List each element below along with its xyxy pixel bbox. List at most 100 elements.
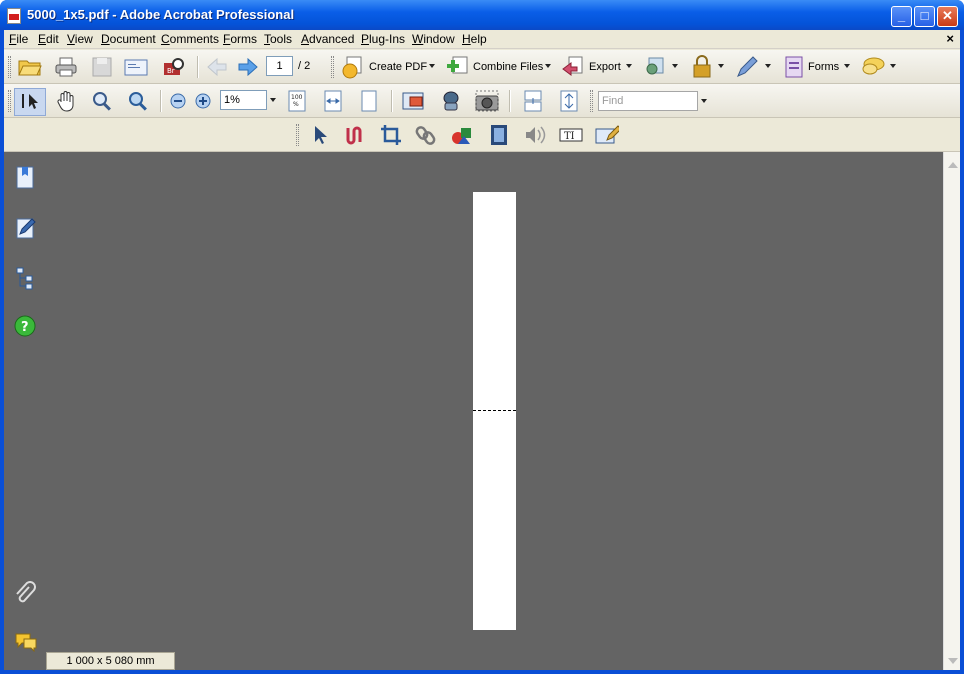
svg-text:?: ? [21, 320, 29, 335]
zoom-out-icon[interactable] [166, 89, 190, 113]
page-number-input[interactable]: 1 [266, 56, 293, 76]
loupe-icon[interactable] [439, 89, 463, 113]
export-icon[interactable] [561, 55, 585, 79]
forms-icon[interactable] [782, 55, 806, 79]
prev-page-icon[interactable] [205, 55, 229, 79]
touchup-reading-order-icon[interactable] [343, 123, 367, 147]
combine-files-icon[interactable] [445, 55, 469, 79]
zoom-dropdown[interactable] [267, 90, 279, 110]
actual-size-icon[interactable]: 100% [285, 89, 309, 113]
chevron-down-icon[interactable] [429, 64, 435, 68]
toolbar-grip[interactable] [8, 90, 11, 112]
email-icon[interactable] [124, 55, 148, 79]
forms-label[interactable]: Forms [808, 61, 839, 73]
chevron-down-icon[interactable] [626, 64, 632, 68]
scroll-up-arrow[interactable] [948, 162, 958, 168]
bookmarks-icon[interactable] [14, 166, 38, 190]
menu-edit[interactable]: Edit [38, 32, 59, 46]
client-area: File Edit View Document Comments Forms T… [4, 30, 960, 670]
chevron-down-icon[interactable] [890, 64, 896, 68]
scroll-down-arrow[interactable] [948, 658, 958, 664]
create-pdf-icon[interactable] [341, 55, 365, 79]
menu-tools[interactable]: Tools [264, 32, 292, 46]
model-tree-icon[interactable] [14, 266, 38, 290]
separator [391, 90, 393, 112]
chevron-down-icon[interactable] [672, 64, 678, 68]
next-page-icon[interactable] [236, 55, 260, 79]
create-pdf-label[interactable]: Create PDF [369, 61, 427, 73]
page-size-indicator: 1 000 x 5 080 mm [46, 652, 175, 670]
chevron-down-icon[interactable] [844, 64, 850, 68]
svg-text:TI: TI [564, 131, 575, 142]
chevron-down-icon [270, 98, 276, 102]
help-icon[interactable]: ? [14, 315, 38, 339]
menu-view[interactable]: View [67, 32, 93, 46]
svg-text:Br: Br [167, 67, 175, 75]
export-label[interactable]: Export [589, 61, 621, 73]
single-page-icon[interactable] [521, 89, 545, 113]
pdf-app-icon [7, 8, 21, 24]
signatures-icon[interactable] [14, 216, 38, 240]
comments-icon[interactable] [14, 632, 38, 656]
3d-tool-icon[interactable] [450, 123, 474, 147]
toolbar-grip[interactable] [331, 56, 334, 78]
sound-tool-icon[interactable] [523, 123, 547, 147]
pdf-page[interactable] [473, 192, 516, 630]
title-bar[interactable]: 5000_1x5.pdf - Adobe Acrobat Professiona… [0, 0, 964, 30]
minimize-button[interactable]: _ [891, 6, 912, 27]
continuous-icon[interactable] [557, 89, 581, 113]
marquee-zoom-icon[interactable] [90, 89, 114, 113]
separator [197, 56, 199, 78]
toolbar-grip[interactable] [296, 124, 299, 146]
pan-zoom-icon[interactable] [402, 89, 426, 113]
save-icon[interactable] [90, 55, 114, 79]
menu-advanced[interactable]: Advanced [301, 32, 354, 46]
find-input[interactable]: Find [598, 91, 698, 111]
snapshot-icon[interactable] [475, 89, 499, 113]
combine-files-label[interactable]: Combine Files [473, 61, 543, 73]
fit-page-icon[interactable] [357, 89, 381, 113]
menu-help[interactable]: Help [462, 32, 487, 46]
print-icon[interactable] [54, 55, 78, 79]
menu-plugins[interactable]: Plug-Ins [361, 32, 405, 46]
sign-icon[interactable] [735, 55, 759, 79]
toolbar-grip[interactable] [590, 90, 593, 112]
comment-icon[interactable] [861, 55, 885, 79]
zoom-level-input[interactable]: 1% [220, 90, 267, 110]
toolbar-grip[interactable] [8, 56, 11, 78]
document-area[interactable]: ? 1 000 x 5 080 mm [4, 152, 960, 670]
link-icon[interactable] [414, 123, 438, 147]
menu-forms[interactable]: Forms [223, 32, 257, 46]
chevron-down-icon[interactable] [701, 99, 707, 103]
chevron-down-icon[interactable] [718, 64, 724, 68]
fit-width-icon[interactable] [321, 89, 345, 113]
maximize-button[interactable]: □ [914, 6, 935, 27]
secure-icon[interactable] [690, 55, 714, 79]
menu-file[interactable]: File [9, 32, 28, 46]
attachments-icon[interactable] [14, 581, 38, 605]
navigation-pane: ? [4, 152, 44, 670]
dynamic-zoom-icon[interactable] [126, 89, 150, 113]
menu-comments[interactable]: Comments [161, 32, 219, 46]
svg-text:%: % [293, 101, 299, 108]
movie-tool-icon[interactable] [487, 123, 511, 147]
chevron-down-icon[interactable] [765, 64, 771, 68]
separator [160, 90, 162, 112]
folder-open-icon[interactable] [18, 55, 42, 79]
menu-document[interactable]: Document [101, 32, 156, 46]
document-close-icon[interactable]: × [946, 31, 954, 46]
select-tool-icon[interactable] [19, 89, 43, 113]
touchup-text-icon[interactable] [595, 123, 619, 147]
close-button[interactable]: ✕ [937, 6, 958, 27]
menu-window[interactable]: Window [412, 32, 455, 46]
chevron-down-icon[interactable] [545, 64, 551, 68]
vertical-scrollbar[interactable] [943, 152, 960, 670]
crop-icon[interactable] [379, 123, 403, 147]
text-field-tool-icon[interactable]: TI [559, 123, 583, 147]
review-icon[interactable] [643, 55, 667, 79]
organizer-icon[interactable]: Br [162, 55, 186, 79]
page-total: / 2 [298, 60, 311, 72]
zoom-in-icon[interactable] [191, 89, 215, 113]
object-select-icon[interactable] [308, 123, 332, 147]
hand-tool-icon[interactable] [54, 89, 78, 113]
